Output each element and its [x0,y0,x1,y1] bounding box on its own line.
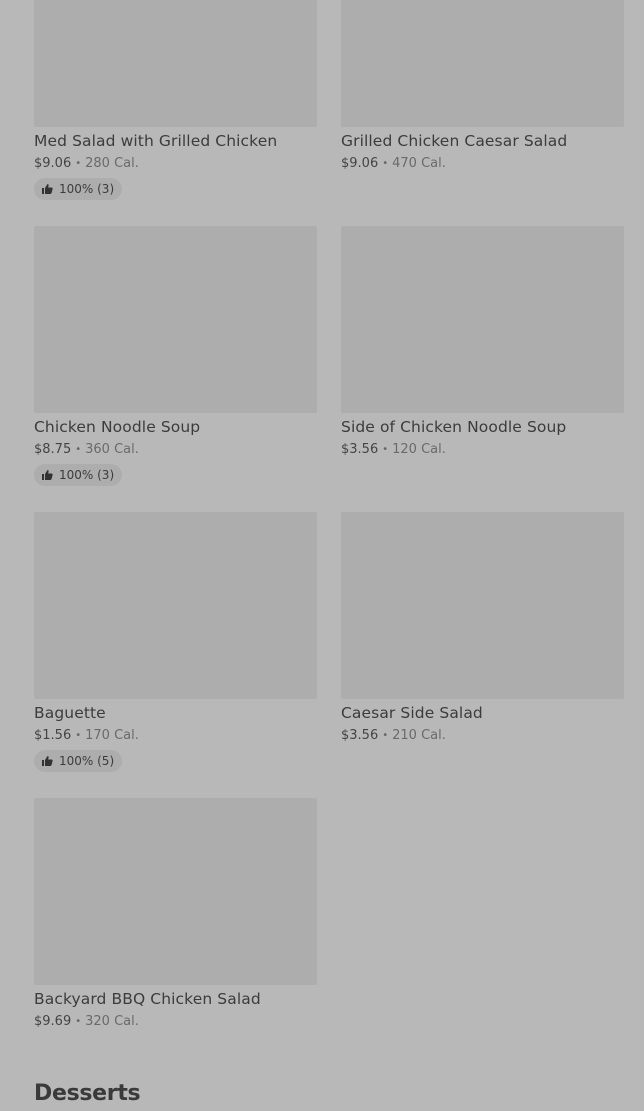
menu-item-meta: $3.56 • 120 Cal. [341,442,446,457]
menu-item-image[interactable] [341,0,624,127]
menu-item-price: $9.69 [34,1014,72,1029]
menu-item-price: $9.06 [34,156,72,171]
menu-item-calories: 120 Cal. [392,442,446,457]
menu-item-calories: 320 Cal. [85,1014,139,1029]
menu-item-image[interactable] [34,512,317,699]
menu-item-card[interactable]: Baguette $1.56 • 170 Cal. 100% (5) [34,512,317,776]
menu-item-name: Backyard BBQ Chicken Salad [34,990,261,1008]
thumbs-up-icon [41,469,53,481]
menu-item-calories: 210 Cal. [392,728,446,743]
menu-item-meta: $1.56 • 170 Cal. [34,728,139,743]
menu-item-name: Caesar Side Salad [341,704,483,722]
menu-item-meta: $8.75 • 360 Cal. [34,442,139,457]
menu-item-card[interactable]: Med Salad with Grilled Chicken $9.06 • 280… [34,0,317,204]
menu-item-calories: 280 Cal. [85,156,139,171]
thumbs-up-icon [41,755,53,767]
section-heading-desserts: Desserts [34,1081,141,1106]
menu-item-name: Side of Chicken Noodle Soup [341,418,567,436]
separator-dot: • [75,730,82,741]
separator-dot: • [75,1016,82,1027]
separator-dot: • [75,444,82,455]
menu-item-card[interactable]: Chicken Noodle Soup $8.75 • 360 Cal. 100% … [34,226,317,490]
separator-dot: • [382,158,389,169]
rating-text: 100% (5) [59,754,115,768]
menu-item-name: Chicken Noodle Soup [34,418,201,436]
menu-item-image[interactable] [34,0,317,127]
rating-text: 100% (3) [59,182,115,196]
menu-item-price: $3.56 [341,442,379,457]
menu-item-price: $9.06 [341,156,379,171]
menu-item-image[interactable] [341,512,624,699]
menu-item-card[interactable]: Grilled Chicken Caesar Salad $9.06 • 470 C… [341,0,624,204]
menu-item-meta: $9.06 • 470 Cal. [341,156,446,171]
separator-dot: • [382,444,389,455]
menu-item-card[interactable]: Backyard BBQ Chicken Salad $9.69 • 320 Cal… [34,798,317,1038]
menu-item-calories: 470 Cal. [392,156,446,171]
menu-item-image[interactable] [34,226,317,413]
menu-item-calories: 170 Cal. [85,728,139,743]
rating-badge: 100% (5) [34,750,123,772]
rating-badge: 100% (3) [34,178,123,200]
menu-item-calories: 360 Cal. [85,442,139,457]
menu-item-price: $3.56 [341,728,379,743]
menu-item-name: Baguette [34,704,106,722]
menu-item-card[interactable]: Side of Chicken Noodle Soup $3.56 • 120 Ca… [341,226,624,490]
menu-item-meta: $9.69 • 320 Cal. [34,1014,139,1029]
rating-badge: 100% (3) [34,464,123,486]
menu-item-image[interactable] [34,798,317,985]
separator-dot: • [382,730,389,741]
menu-item-name: Grilled Chicken Caesar Salad [341,132,568,150]
thumbs-up-icon [41,183,53,195]
rating-text: 100% (3) [59,468,115,482]
menu-item-image[interactable] [341,226,624,413]
menu-item-price: $8.75 [34,442,72,457]
menu-item-card[interactable]: Caesar Side Salad $3.56 • 210 Cal. [341,512,624,776]
menu-item-meta: $9.06 • 280 Cal. [34,156,139,171]
menu-item-meta: $3.56 • 210 Cal. [341,728,446,743]
menu-item-price: $1.56 [34,728,72,743]
menu-item-name: Med Salad with Grilled Chicken [34,132,278,150]
separator-dot: • [75,158,82,169]
